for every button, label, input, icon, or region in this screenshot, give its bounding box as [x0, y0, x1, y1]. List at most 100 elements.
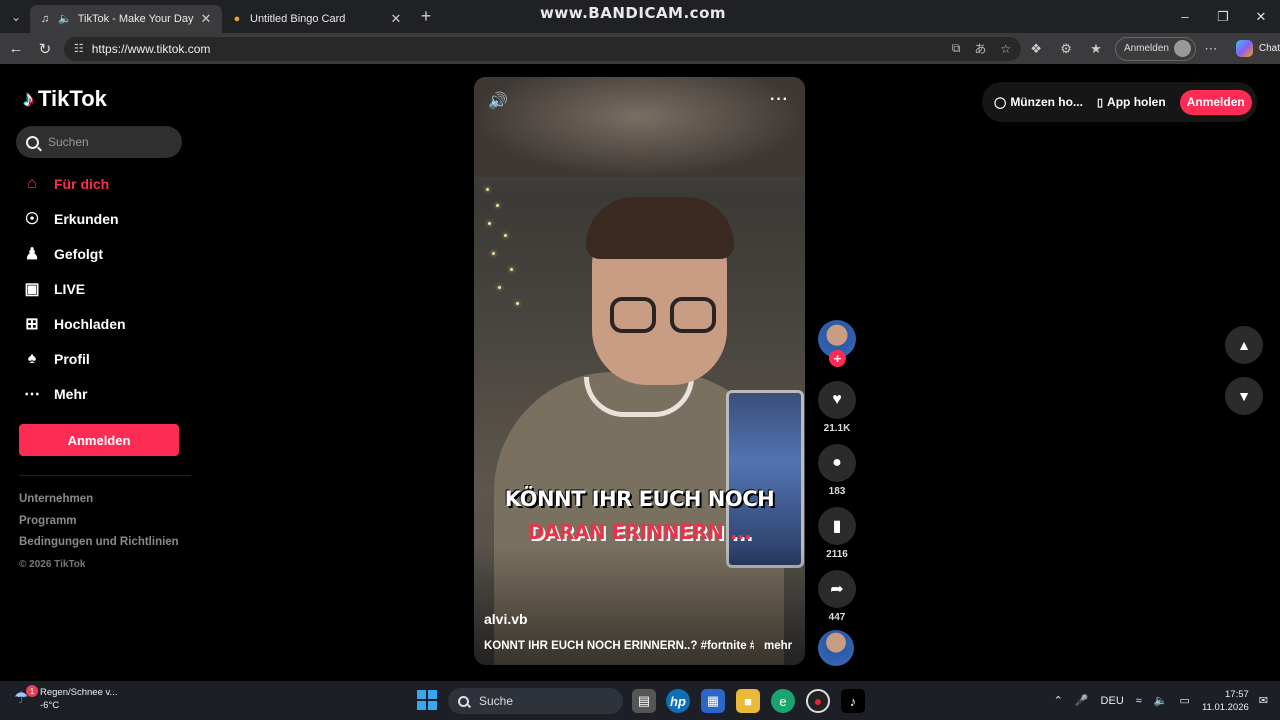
following-icon: ♟	[24, 245, 40, 263]
tiktok-logo[interactable]: ♪ TikTok	[23, 86, 107, 112]
previous-video-chevron-up-icon[interactable]: ▲	[1225, 326, 1263, 364]
weather-widget[interactable]: ☂ 1 Regen/Schnee v... -6°C	[14, 685, 118, 712]
browser-essentials-icon[interactable]: ⚙	[1051, 41, 1081, 57]
creator-avatar[interactable]: +	[818, 320, 856, 367]
open-in-app-icon[interactable]: ⧉	[952, 41, 961, 56]
new-tab-button[interactable]: +	[412, 3, 440, 31]
search-placeholder: Suchen	[48, 135, 89, 149]
clock[interactable]: 17:57 11.01.2026	[1202, 688, 1249, 714]
hp-app-icon[interactable]: hp	[666, 689, 690, 713]
taskbar-search[interactable]: Suche	[448, 688, 623, 714]
sidebar-login-button[interactable]: Anmelden	[19, 424, 179, 456]
reload-icon[interactable]: ↻	[32, 36, 58, 62]
back-icon[interactable]: ←	[3, 36, 29, 62]
address-bar[interactable]: ☷ https://www.tiktok.com ⧉ あ ☆	[63, 36, 1022, 61]
share-count: 447	[828, 612, 846, 623]
footer-link-programm[interactable]: Programm	[19, 511, 179, 533]
site-info-icon[interactable]: ☷	[74, 42, 84, 55]
file-explorer-icon[interactable]: ■	[736, 689, 760, 713]
tiktok-note-icon: ♪	[23, 86, 34, 111]
favorites-icon[interactable]: ★	[1081, 41, 1111, 57]
copilot-icon	[1235, 40, 1253, 57]
clock-time: 17:57	[1225, 688, 1249, 700]
recording-watermark: www.BANDICAM.com	[540, 4, 727, 22]
volume-icon[interactable]: 🔊	[488, 91, 508, 111]
like-heart-icon[interactable]: ♥	[818, 381, 856, 419]
copilot-chat-button[interactable]: Chat	[1235, 40, 1280, 57]
description-more-link[interactable]: mehr	[764, 640, 792, 652]
get-app-button[interactable]: ▯ App holen	[1097, 95, 1166, 109]
footer-link-bedingungen[interactable]: Bedingungen und Richtlinien	[19, 532, 179, 554]
sidebar-item-mehr[interactable]: ⋯ Mehr	[20, 376, 126, 411]
comment-group: ● 183	[815, 444, 859, 500]
next-video-chevron-down-icon[interactable]: ▼	[1225, 377, 1263, 415]
sidebar-item-gefolgt[interactable]: ♟ Gefolgt	[20, 236, 126, 271]
tab-bingo[interactable]: ● Untitled Bingo Card ✕	[222, 5, 412, 33]
sidebar-item-fuer-dich[interactable]: ⌂ Für dich	[20, 166, 126, 201]
video-background	[474, 77, 805, 177]
restore-icon[interactable]: ❐	[1204, 0, 1242, 33]
tiktok-app-icon[interactable]: ♪	[841, 689, 865, 713]
sidebar-nav: ⌂ Für dich ☉ Erkunden ♟ Gefolgt ▣ LIVE ⊞…	[20, 166, 126, 411]
speaker-icon[interactable]: 🔈	[1154, 694, 1168, 707]
bingo-favicon-icon: ●	[233, 12, 241, 25]
windows-start-icon[interactable]	[417, 690, 437, 710]
minimize-icon[interactable]: –	[1166, 0, 1204, 33]
footer-link-unternehmen[interactable]: Unternehmen	[19, 489, 179, 511]
edge-browser-icon[interactable]: e	[771, 689, 795, 713]
more-dots-icon: ⋯	[24, 385, 40, 403]
profile-button[interactable]: Anmelden	[1114, 36, 1196, 61]
favorite-star-icon[interactable]: ☆	[1000, 42, 1011, 56]
translate-icon[interactable]: あ	[974, 40, 986, 57]
tab-audio-icon[interactable]: 🔈	[58, 12, 72, 25]
browser-tab-bar: ⌄ ♫ 🔈 TikTok - Make Your Day ✕ ● Untitle…	[0, 0, 1280, 33]
sidebar-item-erkunden[interactable]: ☉ Erkunden	[20, 201, 126, 236]
sidebar-divider	[19, 475, 191, 476]
show-hidden-icons-chevron-icon[interactable]: ⌃	[1054, 694, 1063, 707]
get-coins-button[interactable]: ◯ Münzen ho...	[994, 95, 1083, 109]
battery-icon[interactable]: ▭	[1180, 694, 1190, 707]
sidebar-item-label: Mehr	[54, 385, 88, 402]
share-group: ➦ 447	[815, 570, 859, 626]
follow-plus-icon[interactable]: +	[829, 350, 846, 367]
weather-temperature: -6°C	[40, 700, 60, 711]
taskbar-search-label: Suche	[479, 694, 514, 708]
task-view-icon[interactable]: ▤	[632, 689, 656, 713]
tiktok-favicon-icon: ♫	[40, 12, 50, 25]
settings-more-icon[interactable]: ⋯	[1196, 41, 1226, 57]
weather-condition: Regen/Schnee v...	[40, 687, 118, 698]
tab-label: Untitled Bingo Card	[250, 12, 346, 25]
app-label: App holen	[1107, 95, 1166, 109]
microphone-icon[interactable]: 🎤	[1075, 694, 1089, 707]
tab-close-icon[interactable]: ✕	[388, 11, 404, 27]
music-disc-avatar[interactable]	[818, 630, 854, 666]
sidebar-item-profil[interactable]: ♠ Profil	[20, 341, 126, 376]
extensions-icon[interactable]: ❖	[1021, 41, 1051, 57]
header-login-button[interactable]: Anmelden	[1179, 89, 1252, 115]
coin-icon: ◯	[994, 96, 1007, 109]
sidebar-item-live[interactable]: ▣ LIVE	[20, 271, 126, 306]
share-arrow-icon[interactable]: ➦	[818, 570, 856, 608]
tab-actions-menu-icon[interactable]: ⌄	[2, 3, 30, 31]
sidebar-item-label: LIVE	[54, 280, 86, 297]
close-window-icon[interactable]: ✕	[1242, 0, 1280, 33]
comment-count: 183	[828, 486, 846, 497]
comment-icon[interactable]: ●	[818, 444, 856, 482]
video-player[interactable]: KÖNNT IHR EUCH NOCH DARAN ERINNERN ... 🔊…	[474, 77, 805, 665]
search-input[interactable]: Suchen	[16, 126, 182, 158]
video-author[interactable]: alvi.vb	[484, 611, 528, 627]
bookmark-icon[interactable]: ▮	[818, 507, 856, 545]
wifi-icon[interactable]: ≈	[1136, 695, 1142, 707]
video-overlay-text-2: DARAN ERINNERN ...	[527, 520, 752, 544]
video-more-options-icon[interactable]: ···	[770, 91, 789, 109]
video-glasses-right	[670, 297, 716, 333]
sidebar-item-label: Gefolgt	[54, 245, 103, 262]
tab-tiktok[interactable]: ♫ 🔈 TikTok - Make Your Day ✕	[30, 4, 222, 33]
like-group: ♥ 21.1K	[815, 381, 859, 437]
notification-bell-icon[interactable]: ✉	[1259, 694, 1268, 707]
sidebar-item-hochladen[interactable]: ⊞ Hochladen	[20, 306, 125, 341]
bandicam-record-icon[interactable]: ●	[806, 689, 830, 713]
store-icon[interactable]: ▦	[701, 689, 725, 713]
tab-close-icon[interactable]: ✕	[198, 11, 214, 27]
input-language[interactable]: DEU	[1101, 695, 1124, 707]
